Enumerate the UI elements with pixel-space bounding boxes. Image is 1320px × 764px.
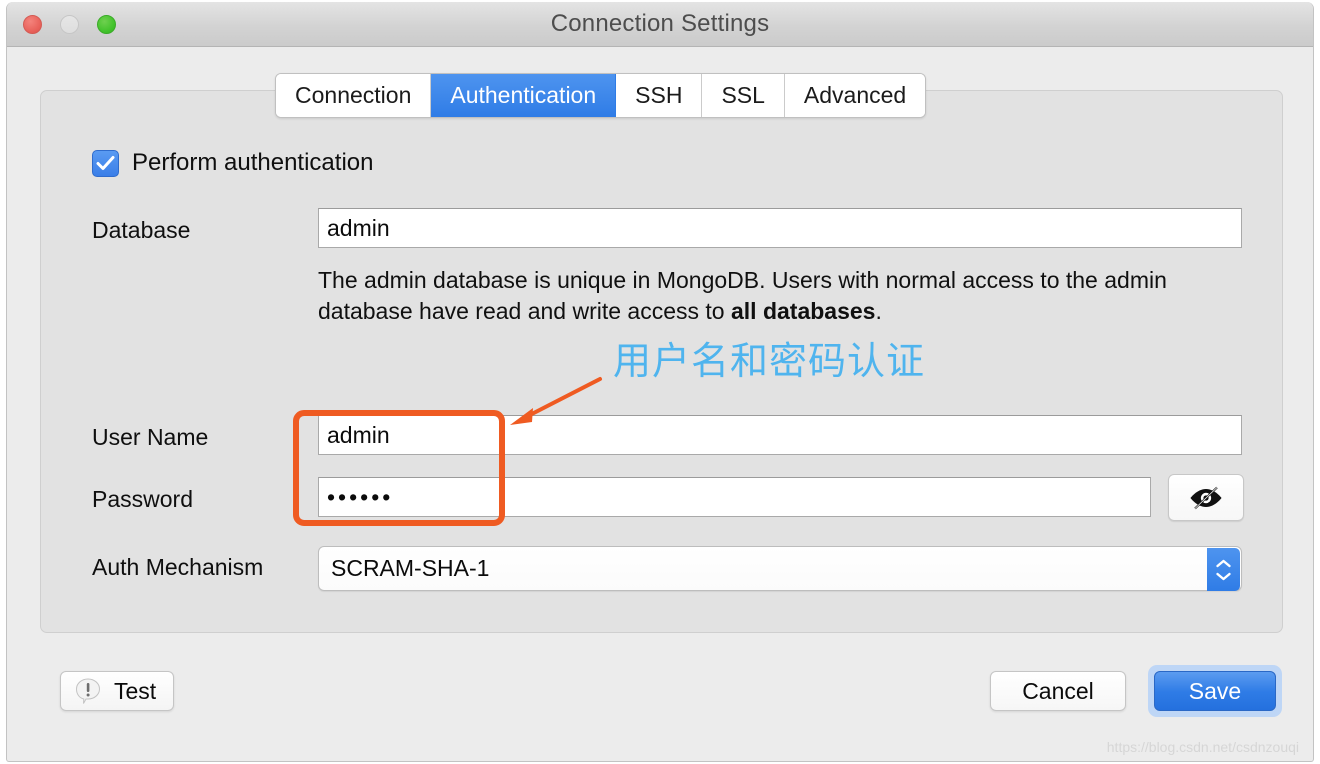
annotation-arrow-icon: [510, 377, 602, 425]
test-button[interactable]: Test: [60, 671, 175, 711]
alert-bubble-icon: [75, 678, 101, 704]
password-label: Password: [92, 486, 193, 512]
database-help-suffix: .: [875, 298, 882, 324]
annotation-note: 用户名和密码认证: [613, 339, 926, 383]
window-title: Connection Settings: [550, 10, 770, 37]
auth-mechanism-select[interactable]: SCRAM-SHA-1: [318, 546, 1242, 591]
watermark: https://blog.csdn.net/csdnzouqi: [1106, 739, 1299, 755]
perform-authentication-label: Perform authentication: [132, 149, 374, 176]
cancel-button[interactable]: Cancel: [990, 671, 1126, 711]
chevron-down-icon: [1216, 572, 1231, 580]
auth-mechanism-stepper[interactable]: [1207, 548, 1240, 591]
tab-advanced[interactable]: Advanced: [784, 74, 926, 117]
save-button-label: Save: [1188, 677, 1242, 704]
auth-mechanism-value: SCRAM-SHA-1: [331, 555, 490, 581]
save-button[interactable]: Save: [1154, 671, 1276, 711]
tab-ssl[interactable]: SSL: [702, 74, 785, 117]
annotation-highlight-box: [293, 410, 505, 526]
cancel-button-label: Cancel: [1022, 677, 1094, 704]
database-help-bold: all databases: [730, 298, 876, 324]
tab-ssh[interactable]: SSH: [616, 74, 703, 117]
perform-authentication-row[interactable]: Perform authentication: [92, 149, 373, 177]
tab-authentication[interactable]: Authentication: [431, 74, 617, 117]
test-button-label: Test: [114, 677, 157, 704]
eye-slash-icon: [1190, 486, 1222, 509]
auth-mechanism-label: Auth Mechanism: [92, 554, 264, 580]
database-help-text: The admin database is unique in MongoDB.…: [318, 265, 1248, 327]
tab-connection[interactable]: Connection: [276, 74, 432, 117]
connection-settings-window: Connection Settings Connection Authentic…: [6, 2, 1314, 762]
database-input[interactable]: admin: [318, 208, 1242, 248]
chevron-up-icon: [1216, 559, 1231, 567]
username-label: User Name: [92, 424, 209, 450]
checkmark-icon: [96, 155, 115, 170]
database-label: Database: [92, 217, 191, 243]
toggle-password-visibility-button[interactable]: [1168, 474, 1244, 521]
perform-authentication-checkbox[interactable]: [92, 149, 119, 177]
tab-bar: Connection Authentication SSH SSL Advanc…: [275, 73, 927, 118]
window-titlebar: Connection Settings: [7, 2, 1313, 47]
